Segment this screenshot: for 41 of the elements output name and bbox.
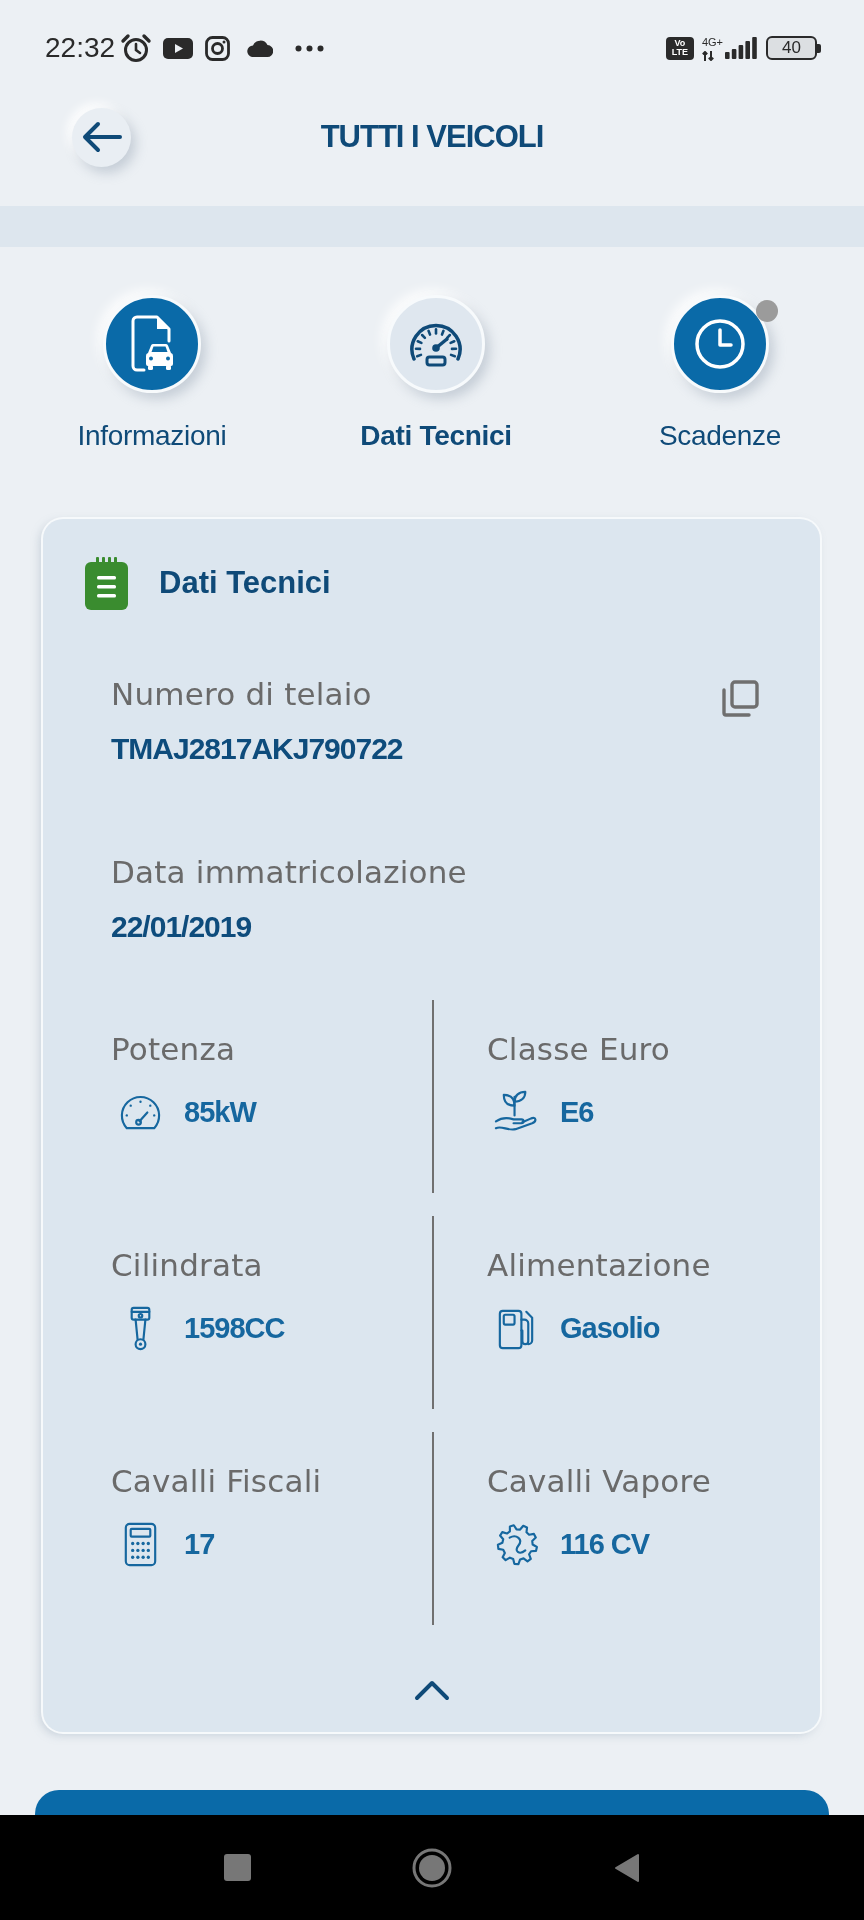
card-title: Dati Tecnici [159,565,331,601]
back-triangle-icon [614,1852,640,1883]
tab[interactable]: Scadenze [658,295,782,453]
spec-value: 17 [184,1527,215,1562]
status-time: 22:32 [45,32,116,64]
field-label: Data immatricolazione [111,853,467,891]
spec-label: Potenza [111,1030,236,1068]
square-icon [223,1854,251,1881]
arrow-left-icon [81,121,122,153]
chevron-up-icon[interactable] [413,1679,450,1701]
camera-icon [205,35,231,61]
spec-label: Classe Euro [487,1030,670,1068]
home-circle-icon [412,1847,452,1888]
tab[interactable]: Dati Tecnici [360,295,512,453]
spec-label: Cilindrata [111,1246,263,1284]
field-value: 22/01/2019 [111,909,252,945]
spec-label: Cavalli Vapore [487,1462,712,1500]
network-type: 4G+ [701,35,723,48]
spec-value: 85kW [184,1095,256,1130]
spec-value: 1598CC [184,1311,285,1346]
field-value: TMAJ2817AKJ790722 [111,731,403,767]
spec-value: Gasolio [560,1311,660,1346]
cloud-icon [245,39,274,57]
spec-value: E6 [560,1095,594,1130]
battery-indicator: 40 [766,36,821,60]
spec-value: 116 CV [560,1527,650,1562]
more-icon [295,44,325,52]
data-arrows-icon [701,50,714,61]
copy-icon[interactable] [721,680,759,718]
video-play-icon [163,37,194,59]
document-car-icon [130,314,174,374]
volte-indicator: Vo LTE [665,36,694,60]
spec-label: Cavalli Fiscali [111,1462,322,1500]
notepad-icon [85,556,128,610]
tab[interactable]: Informazioni [77,295,227,453]
spec-label: Alimentazione [487,1246,711,1284]
page-title: TUTTI I VEICOLI [320,119,544,155]
field-label: Numero di telaio [111,675,372,713]
clock-icon [693,317,747,371]
alarm-clock-icon [120,33,153,63]
signal-icon [725,37,757,59]
